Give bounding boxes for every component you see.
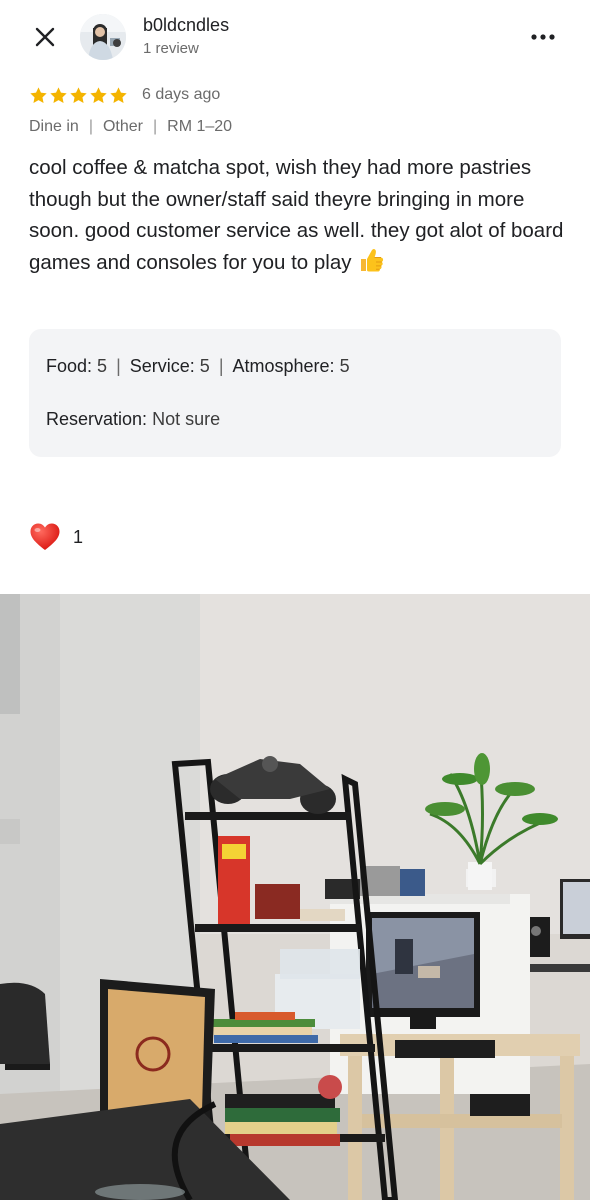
attr-divider: |	[116, 356, 121, 376]
more-horizontal-icon	[531, 34, 555, 40]
reviewer-name[interactable]: b0ldcndles	[143, 15, 229, 36]
thumbs-up-icon	[358, 247, 385, 283]
close-icon	[35, 27, 55, 47]
star-rating	[29, 86, 128, 105]
star-icon	[90, 86, 107, 103]
reservation-label: Reservation:	[46, 409, 148, 429]
service-label: Service:	[129, 356, 195, 376]
meta-divider: |	[88, 118, 93, 135]
reviewer-review-count: 1 review	[143, 40, 199, 57]
price-range: RM 1–20	[167, 118, 233, 135]
heart-icon	[30, 523, 60, 550]
review-date: 6 days ago	[142, 86, 221, 103]
close-button[interactable]	[28, 22, 62, 52]
meal-type: Other	[102, 118, 143, 135]
review-text: cool coffee & matcha spot, wish they had…	[29, 156, 564, 274]
star-icon	[50, 86, 67, 103]
service-value: 5	[199, 356, 210, 376]
rating-attributes: Food: 5 | Service: 5 | Atmosphere: 5 Res…	[29, 329, 561, 457]
more-options-button[interactable]	[526, 22, 560, 52]
reservation-value: Not sure	[152, 409, 221, 429]
food-label: Food:	[46, 356, 93, 376]
star-icon	[70, 86, 87, 103]
review-body: cool coffee & matcha spot, wish they had…	[29, 152, 564, 282]
attr-divider: |	[218, 356, 224, 376]
reaction-count: 1	[73, 526, 84, 547]
review-photo[interactable]	[0, 594, 590, 1200]
reservation-info: Reservation: Not sure	[46, 409, 220, 430]
star-icon	[30, 86, 47, 103]
food-value: 5	[97, 356, 108, 376]
visit-meta: Dine in | Other | RM 1–20	[29, 118, 232, 136]
rating-row: 6 days ago	[29, 84, 220, 106]
meta-divider: |	[152, 118, 158, 135]
avatar[interactable]	[80, 14, 126, 60]
star-icon	[110, 86, 127, 103]
like-reaction-button[interactable]: 1	[29, 520, 83, 554]
atmosphere-label: Atmosphere:	[232, 356, 335, 376]
review-header: b0ldcndles 1 review	[0, 0, 590, 80]
atmosphere-value: 5	[339, 356, 350, 376]
category-ratings: Food: 5 | Service: 5 | Atmosphere: 5	[46, 356, 350, 377]
dine-mode: Dine in	[29, 118, 79, 135]
